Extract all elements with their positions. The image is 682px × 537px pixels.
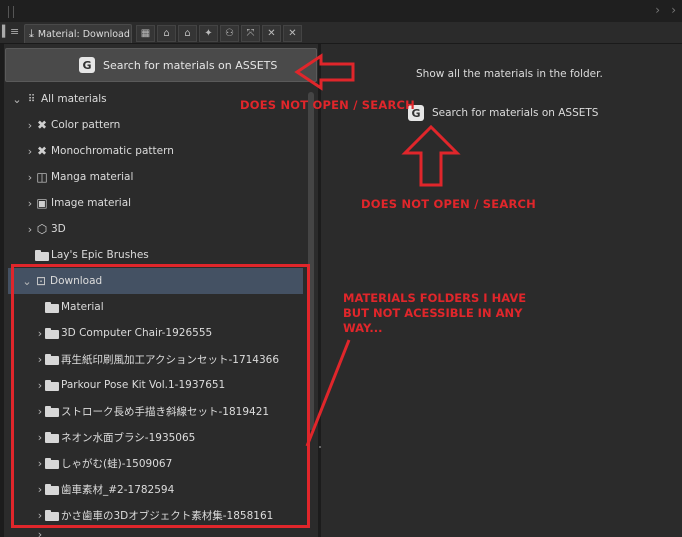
tree-item-label: Lay's Epic Brushes (51, 249, 149, 261)
grid-icon[interactable]: ▦ (136, 25, 155, 42)
chevron-right-icon[interactable]: › (35, 528, 45, 537)
tree-item-partial[interactable]: › (0, 528, 306, 537)
tree-item-label: 3D (51, 223, 66, 235)
tree-item-label: All materials (41, 93, 107, 105)
close-icon[interactable]: ✕ (262, 25, 281, 42)
annotation-box-note: MATERIALS FOLDERS I HAVE BUT NOT ACESSIB… (343, 291, 527, 335)
chevron-right-icon[interactable]: › (25, 171, 35, 184)
chevron-right-icon[interactable]: › (25, 145, 35, 158)
chevron-right-icon[interactable]: › (671, 3, 676, 17)
chevron-right-icon[interactable]: › (655, 3, 660, 17)
x-bold-icon: ✖ (36, 144, 48, 158)
palette-toolbar: ▍ ≡ ⤓ Material: Download ▦ ⌂ ⌂ ✦ ⚇ ⤧ ✕ ✕ (0, 22, 682, 44)
expand-icon[interactable]: ⤧ (241, 25, 260, 42)
folder-icon (35, 248, 49, 262)
chevron-down-icon[interactable]: ⌄ (12, 93, 22, 106)
tree-item-monochromatic-pattern[interactable]: › ✖ Monochromatic pattern (0, 138, 306, 164)
tree-item-label: Monochromatic pattern (51, 145, 174, 157)
empty-folder-message: Show all the materials in the folder. (416, 68, 603, 80)
tab-label: Material: Download (37, 28, 130, 40)
annotation-note-1: DOES NOT OPEN / SEARCH (240, 98, 415, 112)
grid-dots-icon: ⠿ (27, 93, 35, 105)
tree-item-color-pattern[interactable]: › ✖ Color pattern (0, 112, 306, 138)
palette-menu-button[interactable]: ▍ ≡ (0, 24, 22, 42)
annotation-note-2: DOES NOT OPEN / SEARCH (361, 197, 536, 211)
tree-item-label: Image material (51, 197, 132, 209)
material-palette-window: › › ▍ ≡ ⤓ Material: Download ▦ ⌂ ⌂ ✦ ⚇ ⤧… (0, 0, 682, 537)
network-icon[interactable]: ⚇ (220, 25, 239, 42)
lock-icon[interactable]: ⌂ (157, 25, 176, 42)
figure-icon[interactable]: ⌂ (178, 25, 197, 42)
image-icon: ▣ (36, 196, 48, 210)
menu-icon: ≡ (10, 25, 20, 38)
assets-logo-icon: G (79, 57, 95, 73)
title-strip: › › (0, 0, 682, 22)
toolbar-icon-group: ▦ ⌂ ⌂ ✦ ⚇ ⤧ ✕ ✕ (136, 25, 302, 42)
search-assets-button[interactable]: G Search for materials on ASSETS (5, 48, 317, 82)
drag-grip-icon[interactable] (8, 6, 14, 18)
collapse-icon[interactable]: ✕ (283, 25, 302, 42)
x-pattern-icon: ✖ (36, 118, 48, 132)
search-assets-link[interactable]: G Search for materials on ASSETS (408, 105, 598, 121)
search-assets-label: Search for materials on ASSETS (103, 58, 278, 72)
tab-material-download[interactable]: ⤓ Material: Download (24, 24, 132, 43)
tree-item-image-material[interactable]: › ▣ Image material (0, 190, 306, 216)
tree-item-label: Color pattern (51, 119, 121, 131)
tree-item-label: Manga material (51, 171, 134, 183)
tree-item-manga-material[interactable]: › ◫ Manga material (0, 164, 306, 190)
chevron-right-icon[interactable]: › (25, 119, 35, 132)
person-icon[interactable]: ✦ (199, 25, 218, 42)
chevron-right-icon[interactable]: › (25, 197, 35, 210)
tree-item-3d[interactable]: › ⬡ 3D (0, 216, 306, 242)
search-assets-link-label: Search for materials on ASSETS (432, 107, 599, 119)
download-icon: ⤓ (29, 27, 34, 40)
annotation-red-box (11, 264, 310, 528)
chevron-right-icon[interactable]: › (25, 223, 35, 236)
cube-icon: ⬡ (36, 222, 48, 236)
manga-icon: ◫ (36, 170, 48, 184)
